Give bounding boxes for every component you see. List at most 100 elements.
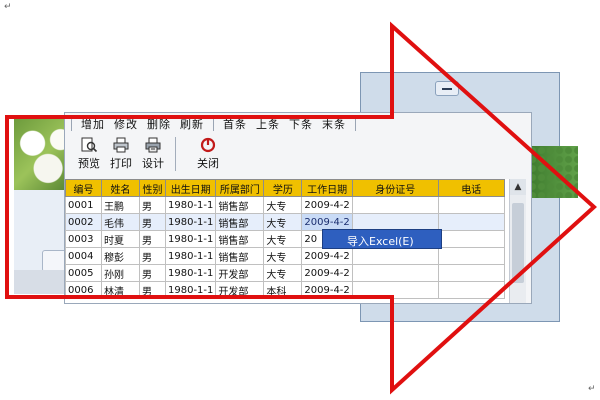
table-cell[interactable]: 销售部: [215, 196, 265, 214]
table-cell[interactable]: 开发部: [215, 264, 265, 282]
table-cell[interactable]: 大专: [263, 230, 303, 248]
print-button[interactable]: 打印: [107, 137, 135, 171]
menu-edit[interactable]: 修改: [114, 116, 138, 132]
table-cell[interactable]: 1980-1-1: [164, 247, 217, 265]
design-label: 设计: [142, 157, 164, 170]
table-cell[interactable]: [437, 230, 505, 248]
table-cell[interactable]: 销售部: [215, 213, 265, 231]
table-cell[interactable]: 大专: [263, 196, 303, 214]
table-cell[interactable]: [351, 281, 439, 299]
column-header[interactable]: 出生日期: [164, 179, 217, 197]
table-row[interactable]: 0001 王鹏男 1980-1-1 销售部 大专 2009-4-2: [65, 196, 505, 214]
table-row[interactable]: 0005 孙刚男 1980-1-1 开发部 大专 2009-4-2: [65, 264, 505, 282]
menu-last-record[interactable]: 末条: [322, 116, 346, 132]
menu-separator: [213, 117, 214, 131]
table-cell[interactable]: [437, 264, 505, 282]
column-header[interactable]: 所属部门: [215, 179, 265, 197]
table-cell[interactable]: [351, 247, 439, 265]
table-cell[interactable]: 开发部: [215, 281, 265, 299]
table-cell[interactable]: 孙刚: [101, 264, 140, 282]
table-cell[interactable]: 1980-1-1: [164, 264, 217, 282]
scroll-thumb[interactable]: [512, 203, 524, 283]
table-cell[interactable]: 大专: [263, 247, 303, 265]
employee-window: 增加 修改 删除 刷新 首条 上条 下条 末条 预览 打印 设计 关闭 编号 姓…: [64, 112, 532, 304]
context-menu-import-excel[interactable]: 导入Excel(E): [322, 229, 442, 249]
menu-delete[interactable]: 删除: [147, 116, 171, 132]
table-cell[interactable]: [437, 281, 505, 299]
table-cell[interactable]: 时夏: [101, 230, 140, 248]
table-cell[interactable]: 穆彭: [101, 247, 140, 265]
table-cell[interactable]: [351, 264, 439, 282]
close-button[interactable]: 关闭: [194, 137, 222, 171]
table-row[interactable]: 0002 毛伟男 1980-1-1 销售部 大专 2009-4-2: [65, 213, 505, 231]
design-icon: [145, 137, 161, 153]
table-cell[interactable]: [437, 213, 505, 231]
column-header[interactable]: 性别: [139, 179, 166, 197]
table-cell[interactable]: 1980-1-1: [164, 196, 217, 214]
table-row[interactable]: 0004 穆彭男 1980-1-1 销售部 大专 2009-4-2: [65, 247, 505, 265]
table-cell[interactable]: 毛伟: [101, 213, 140, 231]
table-cell[interactable]: 2009-4-2: [301, 213, 353, 231]
table-cell[interactable]: 2009-4-2: [301, 264, 353, 282]
menu-refresh[interactable]: 刷新: [180, 116, 204, 132]
table-cell[interactable]: 2009-4-2: [301, 281, 353, 299]
column-header[interactable]: 工作日期: [301, 179, 353, 197]
menu-previous-record[interactable]: 上条: [256, 116, 280, 132]
close-label: 关闭: [197, 157, 219, 170]
vertical-scrollbar[interactable]: ▲: [509, 179, 526, 303]
table-cell[interactable]: 销售部: [215, 230, 265, 248]
table-cell[interactable]: [351, 196, 439, 214]
table-cell[interactable]: [437, 247, 505, 265]
table-cell[interactable]: 男: [139, 264, 166, 282]
context-menu-label: 导入Excel(E): [347, 235, 414, 248]
paragraph-mark: ↵: [588, 384, 596, 394]
table-cell[interactable]: 林清: [101, 281, 140, 299]
table-cell[interactable]: 1980-1-1: [164, 230, 217, 248]
table-cell[interactable]: 0006: [65, 281, 102, 299]
printer-icon: [113, 137, 129, 153]
table-cell[interactable]: 1980-1-1: [164, 281, 217, 299]
toolbar: 预览 打印 设计 关闭: [65, 137, 531, 177]
table-cell[interactable]: 大专: [263, 264, 303, 282]
minimize-icon[interactable]: [435, 81, 459, 96]
column-header[interactable]: 电话: [437, 179, 505, 197]
table-row[interactable]: 0006 林清男 1980-1-1 开发部 本科 2009-4-2: [65, 281, 505, 299]
table-cell[interactable]: 男: [139, 247, 166, 265]
table-cell[interactable]: [351, 213, 439, 231]
menu-separator: [71, 117, 72, 131]
design-button[interactable]: 设计: [139, 137, 167, 171]
column-header[interactable]: 编号: [65, 179, 102, 197]
table-cell[interactable]: 0004: [65, 247, 102, 265]
table-header-row: 编号 姓名 性别 出生日期 所属部门 学历 工作日期 身份证号 电话: [65, 179, 505, 197]
table-cell[interactable]: 0005: [65, 264, 102, 282]
paragraph-mark: ↵: [4, 2, 12, 12]
table-cell[interactable]: 男: [139, 196, 166, 214]
table-cell[interactable]: 男: [139, 213, 166, 231]
table-cell[interactable]: [437, 196, 505, 214]
column-header[interactable]: 姓名: [101, 179, 140, 197]
table-cell[interactable]: 男: [139, 230, 166, 248]
menu-first-record[interactable]: 首条: [223, 116, 247, 132]
close-icon: [200, 137, 216, 153]
table-cell[interactable]: 王鹏: [101, 196, 140, 214]
green-pattern-image: [528, 146, 578, 198]
command-bar: 增加 修改 删除 刷新 首条 上条 下条 末条: [65, 113, 531, 135]
column-header[interactable]: 身份证号: [351, 179, 439, 197]
table-cell[interactable]: 本科: [263, 281, 303, 299]
table-cell[interactable]: 2009-4-2: [301, 247, 353, 265]
table-cell[interactable]: 大专: [263, 213, 303, 231]
preview-button[interactable]: 预览: [75, 137, 103, 171]
menu-add[interactable]: 增加: [81, 116, 105, 132]
table-cell[interactable]: 男: [139, 281, 166, 299]
scroll-up-arrow-icon[interactable]: ▲: [510, 179, 526, 195]
table-cell[interactable]: 0001: [65, 196, 102, 214]
table-cell[interactable]: 0003: [65, 230, 102, 248]
table-cell[interactable]: 销售部: [215, 247, 265, 265]
print-label: 打印: [110, 157, 132, 170]
table-cell[interactable]: 1980-1-1: [164, 213, 217, 231]
employee-grid[interactable]: 编号 姓名 性别 出生日期 所属部门 学历 工作日期 身份证号 电话 0001 王鹏男 1980-1…: [65, 179, 521, 303]
menu-next-record[interactable]: 下条: [289, 116, 313, 132]
table-cell[interactable]: 0002: [65, 213, 102, 231]
column-header[interactable]: 学历: [263, 179, 303, 197]
table-cell[interactable]: 2009-4-2: [301, 196, 353, 214]
